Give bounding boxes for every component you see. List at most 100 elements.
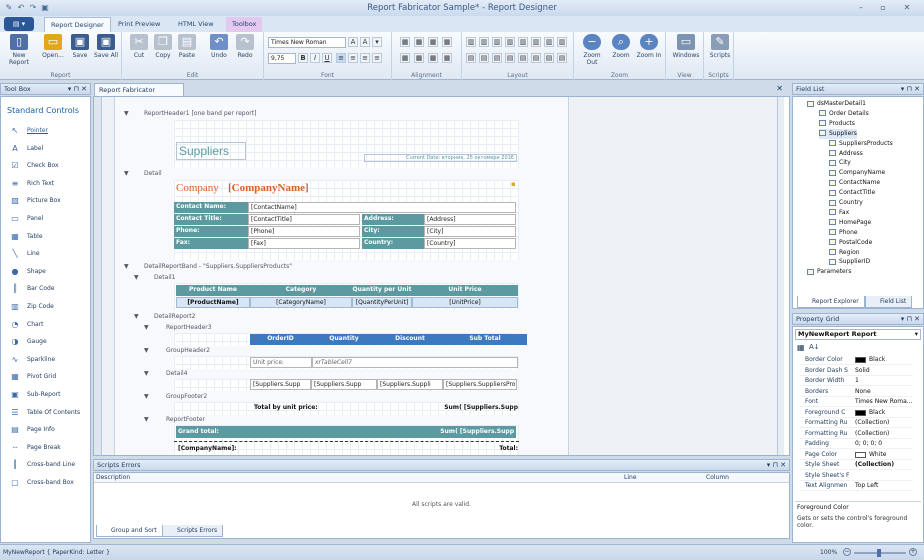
pin-close-icon[interactable]: ▾ ⊓ ✕ [901, 314, 920, 325]
maximize-icon[interactable]: ▫ [874, 2, 892, 14]
zoom-out-button[interactable]: − Zoom Out [578, 34, 606, 66]
property-value[interactable]: None [855, 387, 915, 397]
collapse-icon[interactable]: ▼ [124, 261, 129, 272]
total-footer-label[interactable]: Total: [474, 444, 518, 455]
phone-label[interactable]: Phone: [174, 226, 248, 237]
layout-icon-14[interactable]: ▤ [531, 53, 541, 63]
font-size-select[interactable]: 9,75 [268, 53, 296, 64]
cut-button[interactable]: ✂ Cut [128, 34, 150, 59]
phone-value[interactable]: [Phone] [248, 226, 360, 237]
total-by-unit-label[interactable]: Total by unit price: [252, 403, 372, 414]
property-row[interactable]: Style Sheet's F [799, 471, 913, 481]
tab-html-view[interactable]: HTML View [172, 17, 220, 32]
property-row[interactable]: Border Dash S Solid [799, 366, 913, 376]
align-right-icon[interactable]: ≡ [360, 53, 370, 63]
field-item[interactable]: ContactTitle [829, 188, 875, 198]
product-value-cell[interactable]: [ProductName] [176, 297, 250, 308]
toolbox-item-sparkline[interactable]: ∿ Sparkline [1, 351, 91, 368]
company-name-field[interactable]: [CompanyName] [228, 182, 309, 194]
layout-icon-15[interactable]: ▤ [544, 53, 554, 63]
undo-button[interactable]: ↶ Undo [208, 34, 230, 59]
toolbox-item-table[interactable]: ▦ Table [1, 228, 91, 245]
product-header-cell[interactable]: Unit Price [412, 285, 518, 296]
field-item[interactable]: SuppliersProducts [829, 139, 893, 149]
product-header-cell[interactable]: Quantity per Unit [352, 285, 412, 296]
designer-vertical-scrollbar[interactable] [777, 97, 784, 455]
fax-label[interactable]: Fax: [174, 238, 248, 249]
smart-tag-icon[interactable]: ▪ [511, 180, 516, 188]
band-report-header[interactable]: ▼ ReportHeader1 [one band per report] [114, 108, 569, 119]
order-header-cell[interactable]: OrderID [250, 334, 311, 345]
field-item[interactable]: Phone [829, 228, 858, 238]
toolbox-item-chart[interactable]: ◔ Chart [1, 316, 91, 333]
company-label[interactable]: Company [176, 182, 219, 194]
order-header-cell[interactable]: Discount [377, 334, 443, 345]
layout-icon-1[interactable]: ▥ [466, 37, 476, 47]
unit-price-cell[interactable]: xrTableCell7 [312, 357, 518, 368]
property-row[interactable]: Borders None [799, 387, 913, 397]
zoom-in-status-icon[interactable]: + [909, 548, 917, 556]
layout-icon-4[interactable]: ▥ [505, 37, 515, 47]
align-top-left-icon[interactable]: ▦ [400, 37, 410, 47]
contact-name-value[interactable]: [ContactName] [248, 202, 516, 213]
property-row[interactable]: Style Sheet (Collection) [799, 460, 913, 470]
paste-button[interactable]: ▤ Paste [176, 34, 198, 59]
current-date-field[interactable]: Current Date: вторник, 25 октомври 2016 [364, 154, 517, 162]
field-item[interactable]: HomePage [829, 218, 871, 228]
layout-icon-13[interactable]: ▤ [518, 53, 528, 63]
align-bottom-right-icon[interactable]: ▦ [428, 53, 438, 63]
minimize-icon[interactable]: – [852, 2, 870, 14]
band-group-footer2[interactable]: ▼ GroupFooter2 [114, 391, 569, 402]
country-value[interactable]: [Country] [424, 238, 516, 249]
col-description[interactable]: Description [96, 474, 130, 481]
layout-icon-5[interactable]: ▥ [518, 37, 528, 47]
scripts-errors-tab[interactable]: Scripts Errors [162, 525, 224, 537]
col-line[interactable]: Line [624, 474, 637, 481]
property-row[interactable]: Font Times New Roma... [799, 397, 913, 407]
toolbox-item-sub-report[interactable]: ▣ Sub-Report [1, 386, 91, 403]
property-row[interactable]: Foreground C Black [799, 408, 913, 418]
font-name-select[interactable]: Times New Roman [268, 37, 346, 48]
italic-button[interactable]: I [310, 53, 320, 63]
property-value[interactable]: Times New Roma... [855, 397, 915, 407]
zoom-out-status-icon[interactable]: − [843, 548, 851, 556]
tab-toolbox[interactable]: Toolbox [226, 17, 263, 32]
layout-icon-6[interactable]: ▥ [531, 37, 541, 47]
sum-field[interactable]: Sum( [Suppliers.Supp [442, 403, 518, 414]
align-bottom-left-icon[interactable]: ▦ [400, 53, 410, 63]
report-explorer-tab[interactable]: Report Explorer [797, 296, 865, 308]
field-item[interactable]: Products [819, 119, 855, 129]
property-value[interactable]: (Collection) [855, 418, 915, 428]
toolbox-item-page-info[interactable]: ▤ Page Info [1, 421, 91, 438]
property-row[interactable]: Formatting Ru (Collection) [799, 429, 913, 439]
detail4-cell[interactable]: [Suppliers.Supp [250, 379, 311, 390]
property-value[interactable]: 1 [855, 376, 915, 386]
band-detail4[interactable]: ▼ Detail4 [114, 368, 569, 379]
field-item[interactable]: Country [829, 198, 863, 208]
layout-icon-3[interactable]: ▥ [492, 37, 502, 47]
font-color-icon[interactable]: A [360, 37, 370, 47]
band-detail-report2[interactable]: ▼ DetailReport2 [114, 311, 569, 322]
align-bottom-center-icon[interactable]: ▦ [414, 53, 424, 63]
collapse-icon[interactable]: ▼ [124, 168, 129, 179]
align-center-icon[interactable]: ≡ [348, 53, 358, 63]
toolbox-item-check-box[interactable]: ☑ Check Box [1, 157, 91, 174]
bold-button[interactable]: B [298, 53, 308, 63]
close-icon[interactable]: ✕ [898, 2, 916, 14]
collapse-icon[interactable]: ▼ [144, 322, 149, 333]
address-label[interactable]: Address: [362, 214, 424, 225]
open-button[interactable]: ▭ Open... [40, 34, 66, 59]
pin-close-icon[interactable]: ▾ ⊓ ✕ [68, 84, 87, 95]
field-item[interactable]: Suppliers [819, 128, 857, 139]
toolbox-item-pivot-grid[interactable]: ▦ Pivot Grid [1, 368, 91, 385]
collapse-icon[interactable]: ▼ [144, 345, 149, 356]
toolbox-item-shape[interactable]: ● Shape [1, 263, 91, 280]
tab-print-preview[interactable]: Print Preview [112, 17, 166, 32]
zoom-in-button[interactable]: + Zoom In [636, 34, 662, 59]
align-top-center-icon[interactable]: ▦ [414, 37, 424, 47]
unit-price-label[interactable]: Unit price: [250, 357, 312, 368]
save-button[interactable]: ▣ Save [70, 34, 90, 59]
layout-icon-7[interactable]: ▥ [544, 37, 554, 47]
grand-total-row[interactable]: Grand total: Sum( [Suppliers.Supp [176, 426, 516, 438]
align-left-icon[interactable]: ≡ [336, 53, 346, 63]
